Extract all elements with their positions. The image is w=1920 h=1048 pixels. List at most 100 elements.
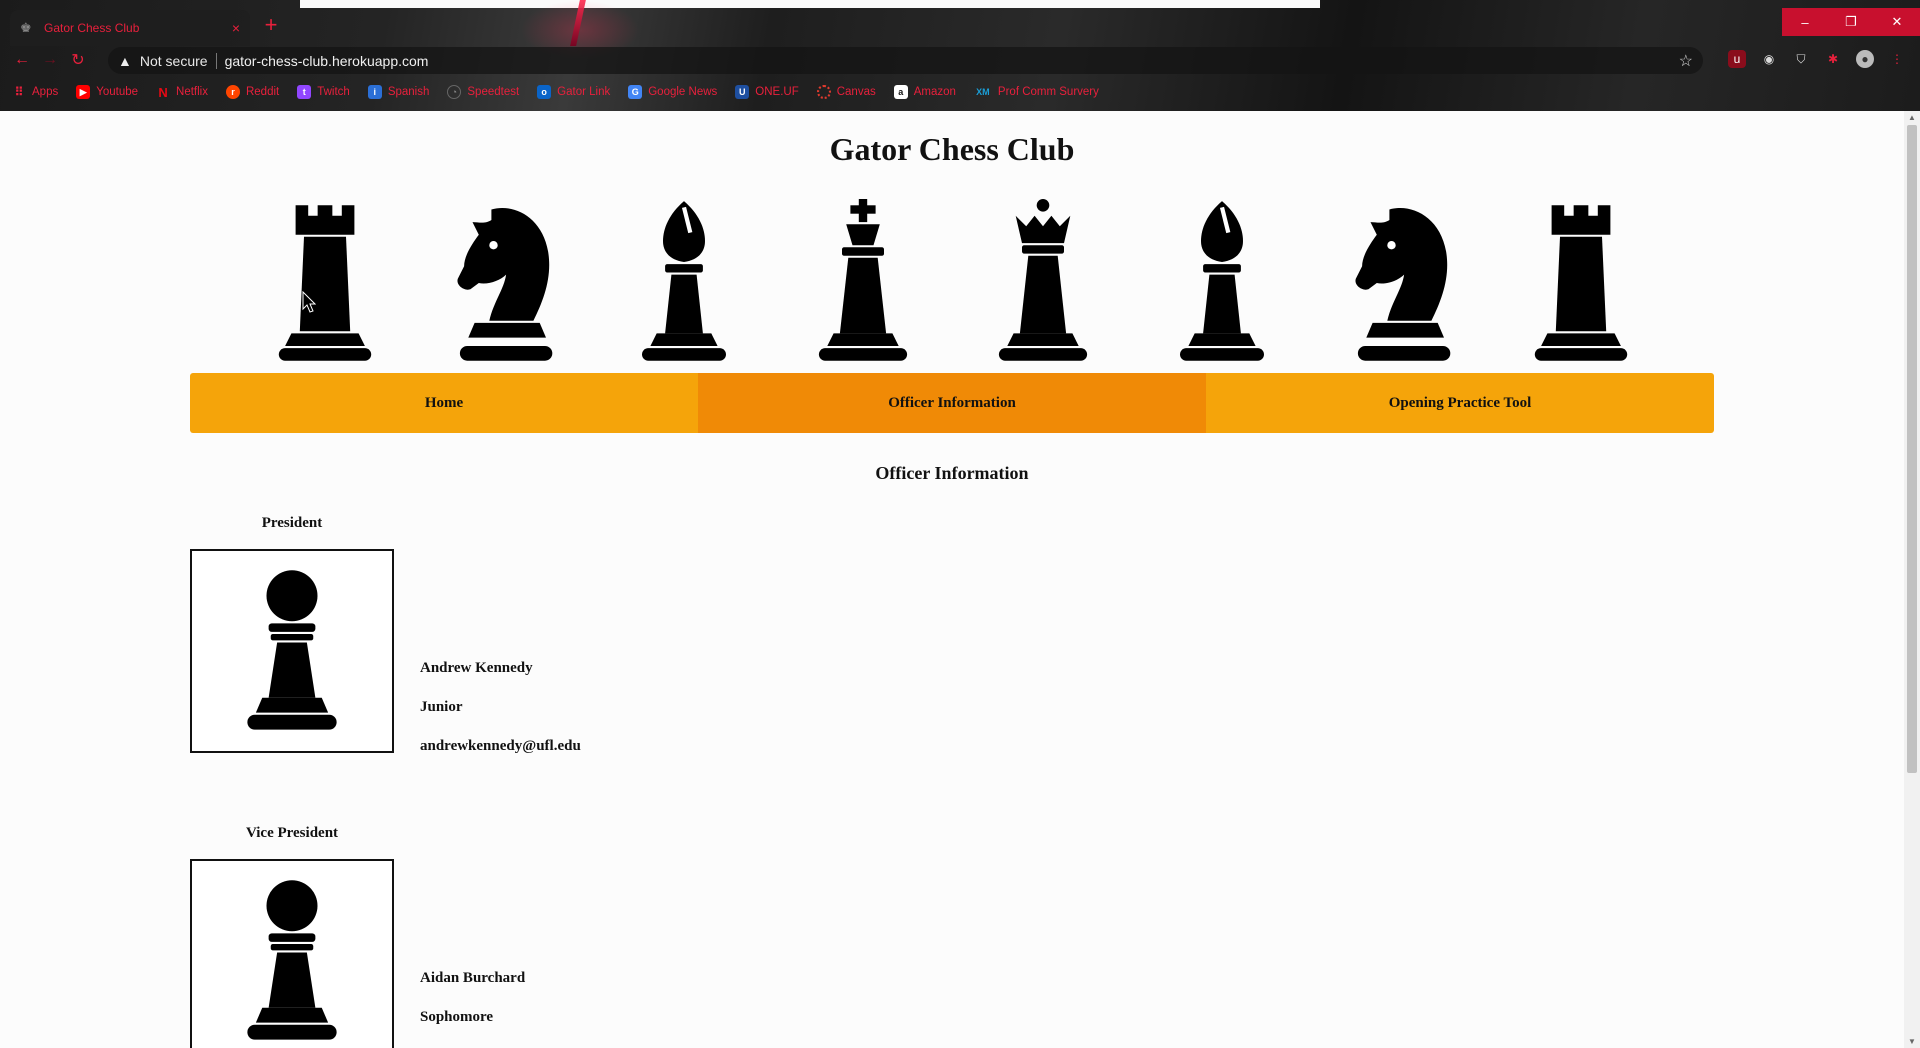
officer-role: President [261,515,323,531]
officer-year: Junior [420,699,463,715]
browser-toolbar: ← → ↻ ▲ Not secure gator-chess-club.hero… [0,46,1920,74]
scrollbar-thumb[interactable] [1907,125,1917,773]
chess-favicon-icon: ♚ [20,20,32,35]
scroll-up-icon[interactable]: ▲ [1908,113,1916,122]
warning-icon[interactable]: ▲ [118,53,132,69]
bishop-icon [1167,199,1277,367]
close-window-button[interactable]: ✕ [1874,8,1920,36]
bookmark-label: Spanish [387,86,430,98]
bookmark-one-uf[interactable]: U ONE.UF [735,85,799,99]
address-bar[interactable]: ▲ Not secure gator-chess-club.herokuapp.… [108,47,1703,74]
bookmark-label: Canvas [836,86,876,98]
king-icon [808,199,918,367]
page-scrollbar[interactable]: ▲ ▼ [1904,111,1920,1048]
bookmark-spanish[interactable]: i Spanish [367,85,430,99]
twitch-icon: t [297,85,312,99]
bookmark-netflix[interactable]: N Netflix [156,85,208,100]
pawn-icon [247,880,337,1040]
officer-info: Aidan Burchard Sophomore [420,970,525,1048]
outlook-icon: o [537,85,552,99]
officer-photo [190,859,394,1048]
bookmark-label: Speedtest [467,86,520,98]
nav-home[interactable]: Home [190,373,698,433]
ublock-icon[interactable]: u [1728,50,1746,68]
speedtest-icon: ◔ [447,85,462,99]
bookmark-label: Gator Link [557,86,611,98]
security-label[interactable]: Not secure [140,53,208,69]
section-title: Officer Information [875,463,1029,483]
chrome-decoration [300,0,1320,8]
scroll-down-icon[interactable]: ▼ [1908,1037,1916,1046]
nav-officer-information[interactable]: Officer Information [698,373,1206,433]
bookmark-reddit[interactable]: r Reddit [225,85,280,99]
bookmark-label: Apps [32,86,59,98]
menu-kebab-icon[interactable]: ⋮ [1888,50,1906,68]
uf-icon: U [735,85,750,99]
restore-button[interactable]: ❐ [1828,8,1874,36]
reddit-icon: r [225,85,240,99]
browser-chrome: ♚ Gator Chess Club × + – ❐ ✕ ← → ↻ ▲ Not… [0,0,1920,111]
bishop-icon [629,199,739,367]
chess-pieces-banner [270,199,1636,367]
bookmark-label: ONE.UF [755,86,799,98]
bookmark-label: Reddit [245,86,280,98]
page-content: Gator Chess Club Home Officer Informatio… [0,111,1904,1048]
bookmark-label: Prof Comm Survery [997,86,1099,98]
officer-info: Andrew Kennedy Junior andrewkennedy@ufl.… [420,660,581,777]
nav-opening-practice-tool[interactable]: Opening Practice Tool [1206,373,1714,433]
extension-icon[interactable]: ◉ [1760,50,1778,68]
officer-year: Sophomore [420,1009,494,1025]
omnibox-divider [215,52,217,69]
bookmarks-bar: ⠿ Apps ▶ Youtube N Netflix r Reddit t Twitch … [12,82,1099,102]
tab-close-icon[interactable]: × [232,20,240,36]
rook-icon [1526,199,1636,367]
browser-tab[interactable]: ♚ Gator Chess Club × [10,10,250,46]
bookmark-canvas[interactable]: Canvas [816,85,876,99]
puzzle-icon[interactable]: ✱ [1824,50,1842,68]
site-nav: Home Officer Information Opening Practic… [190,373,1714,433]
knight-icon [449,199,559,367]
url-text[interactable]: gator-chess-club.herokuapp.com [225,53,429,69]
reload-icon[interactable]: ↻ [64,46,92,74]
shield-icon[interactable]: ⛉ [1792,50,1810,68]
bookmark-label: Netflix [176,86,208,98]
bookmark-label: Youtube [96,86,139,98]
mouse-cursor-icon [302,291,316,313]
rook-icon [270,199,380,367]
tab-title: Gator Chess Club [44,21,140,35]
officer-card: President Andrew Kennedy Junior andrewke… [190,515,990,755]
google-news-icon: G [628,85,643,99]
bookmark-prof-comm-survey[interactable]: XM Prof Comm Survery [974,85,1099,99]
bookmark-amazon[interactable]: a Amazon [893,85,956,99]
youtube-icon: ▶ [76,85,91,99]
bookmark-gator-link[interactable]: o Gator Link [537,85,610,99]
bookmark-speedtest[interactable]: ◔ Speedtest [447,85,519,99]
bookmark-star-icon[interactable]: ☆ [1679,51,1693,71]
canvas-icon [816,85,831,99]
new-tab-button[interactable]: + [258,13,284,39]
bookmark-google-news[interactable]: G Google News [628,85,717,99]
bookmark-label: Google News [648,86,718,98]
xm-icon: XM [976,87,990,97]
queen-icon [988,199,1098,367]
officer-card: Vice President Aidan Burchard Sophomore [190,825,990,1048]
minimize-button[interactable]: – [1782,8,1828,36]
officer-email: andrewkennedy@ufl.edu [420,738,581,754]
knight-icon [1347,199,1457,367]
bookmark-label: Amazon [913,86,956,98]
bookmark-twitch[interactable]: t Twitch [297,85,350,99]
forward-arrow-icon[interactable]: → [36,46,64,74]
apps-grid-icon: ⠿ [14,85,24,99]
window-controls: – ❐ ✕ [1782,8,1920,36]
bookmark-apps[interactable]: ⠿ Apps [12,85,59,99]
pawn-icon [247,570,337,730]
bookmark-youtube[interactable]: ▶ Youtube [76,85,138,99]
site-title: Gator Chess Club [829,131,1075,167]
officer-photo [190,549,394,753]
officer-name: Andrew Kennedy [420,660,533,676]
spanish-icon: i [367,85,382,99]
back-arrow-icon[interactable]: ← [8,46,36,74]
bookmark-label: Twitch [317,86,350,98]
avatar[interactable]: ● [1856,50,1874,68]
officer-role: Vice President [245,825,339,841]
